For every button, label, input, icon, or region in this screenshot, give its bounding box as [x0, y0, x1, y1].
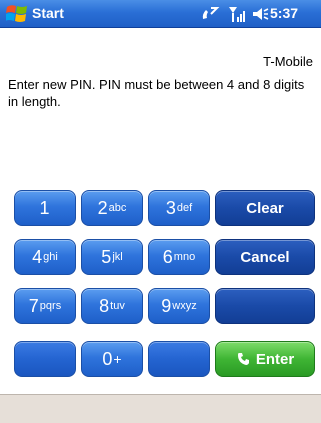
blank-key-right[interactable]	[148, 341, 210, 377]
key-digit: 3	[165, 197, 176, 218]
key-4[interactable]: 4 ghi	[14, 239, 76, 275]
title-bar: Start 5:37	[0, 0, 321, 28]
speaker-volume-icon[interactable]	[251, 5, 269, 23]
key-5[interactable]: 5 jkl	[81, 239, 143, 275]
bottom-menu-bar	[0, 394, 321, 423]
key-letters: jkl	[112, 251, 123, 263]
cancel-label: Cancel	[240, 248, 290, 266]
pin-keypad: 1 2 abc 3 def Clear 4 ghi 5 jkl 6 mno Ca…	[0, 178, 321, 391]
key-3[interactable]: 3 def	[148, 190, 210, 226]
key-digit: 6	[162, 246, 173, 267]
pin-instructions: Enter new PIN. PIN must be between 4 and…	[8, 77, 305, 109]
key-digit: 1	[39, 197, 50, 218]
key-6[interactable]: 6 mno	[148, 239, 210, 275]
signal-strength-icon[interactable]	[227, 5, 247, 23]
key-letters: pqrs	[39, 300, 62, 312]
key-digit: 2	[97, 197, 108, 218]
key-2[interactable]: 2 abc	[81, 190, 143, 226]
blank-action-key[interactable]	[215, 288, 315, 324]
key-7[interactable]: 7 pqrs	[14, 288, 76, 324]
clear-label: Clear	[246, 199, 284, 217]
key-letters: +	[113, 351, 122, 367]
key-digit: 5	[101, 246, 112, 267]
key-digit: 8	[99, 295, 110, 316]
key-8[interactable]: 8 tuv	[81, 288, 143, 324]
key-digit: 4	[32, 246, 43, 267]
key-0[interactable]: 0 +	[81, 341, 143, 377]
key-letters: ghi	[43, 251, 58, 263]
key-digit: 0	[102, 348, 113, 369]
key-letters: def	[176, 202, 193, 214]
carrier-name: T-Mobile	[263, 54, 313, 69]
start-label[interactable]: Start	[32, 5, 64, 21]
key-digit: 7	[28, 295, 39, 316]
clock[interactable]: 5:37	[270, 5, 298, 21]
phone-connection-icon[interactable]	[200, 5, 220, 23]
key-letters: wxyz	[172, 300, 197, 312]
windows-flag-icon[interactable]	[6, 4, 28, 23]
cancel-button[interactable]: Cancel	[215, 239, 315, 275]
key-letters: abc	[108, 202, 127, 214]
key-9[interactable]: 9 wxyz	[148, 288, 210, 324]
key-letters: tuv	[110, 300, 125, 312]
clear-button[interactable]: Clear	[215, 190, 315, 226]
key-1[interactable]: 1	[14, 190, 76, 226]
enter-label: Enter	[255, 350, 295, 368]
enter-button[interactable]: Enter	[215, 341, 315, 377]
blank-key-left[interactable]	[14, 341, 76, 377]
key-letters: mno	[173, 251, 196, 263]
key-digit: 9	[161, 295, 172, 316]
phone-icon	[237, 353, 249, 365]
